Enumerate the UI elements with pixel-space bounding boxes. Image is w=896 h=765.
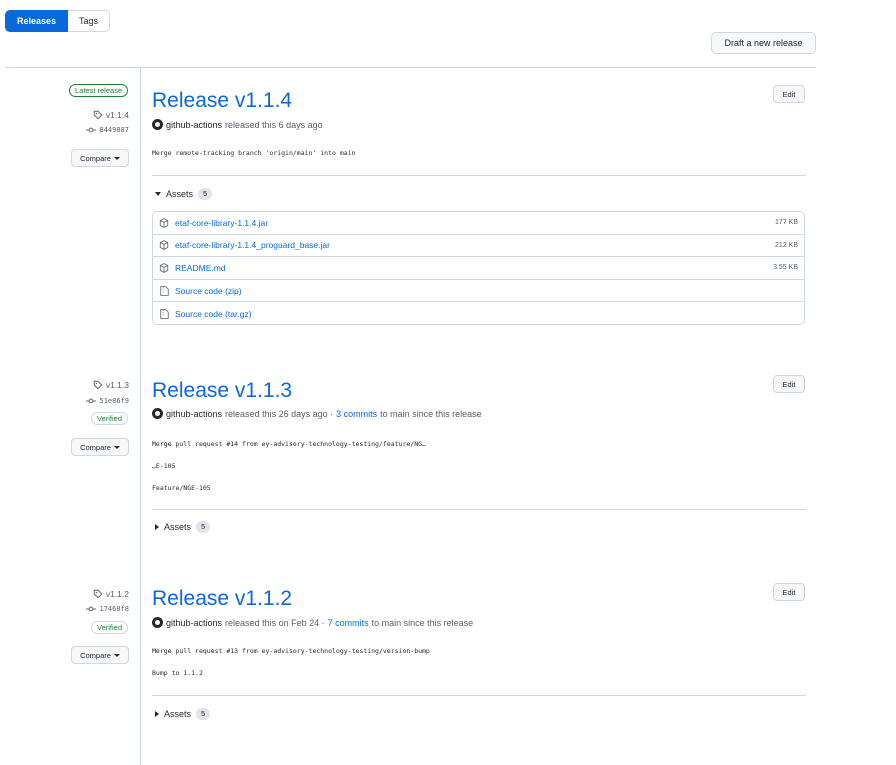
asset-name[interactable]: Source code (tar.gz)	[175, 309, 798, 319]
release-notes-line: Merge pull request #14 from ey-advisory-…	[152, 440, 426, 448]
edit-release-button[interactable]: Edit	[773, 583, 805, 601]
tag-icon	[93, 110, 103, 120]
edit-release-button[interactable]: Edit	[773, 85, 805, 103]
compare-button[interactable]: Compare	[71, 149, 129, 167]
assets-toggle[interactable]: Assets 5	[155, 188, 213, 200]
avatar[interactable]	[152, 617, 163, 628]
release-notes-line: …E-105	[152, 462, 176, 470]
asset-name[interactable]: Source code (zip)	[175, 286, 798, 296]
release-title[interactable]: Release v1.1.4	[152, 89, 292, 113]
release-commit-link[interactable]: 8449807	[86, 126, 129, 134]
assets-count: 5	[196, 708, 211, 720]
release-byline: github-actions released this 26 days ago…	[152, 408, 482, 419]
verified-badge[interactable]: Verified	[91, 621, 129, 634]
assets-count: 5	[198, 188, 213, 200]
list-item[interactable]: etaf-core-library-1.1.4.jar 177 KB	[153, 212, 804, 235]
asset-size: 212 KB	[775, 241, 798, 249]
tab-tags[interactable]: Tags	[68, 10, 111, 32]
compare-label: Compare	[80, 153, 111, 163]
chevron-down-icon	[113, 445, 120, 449]
to-main-text: to main since this release	[371, 617, 474, 628]
release-notes-line: Feature/NGE-105	[152, 484, 211, 492]
release-sha: 17468f8	[99, 605, 129, 613]
triangle-right-icon	[155, 711, 159, 717]
assets-label: Assets	[164, 709, 192, 719]
release-tag-link[interactable]: v1.1.2	[93, 589, 129, 599]
asset-name[interactable]: README.md	[175, 263, 773, 273]
file-zip-icon	[159, 285, 169, 296]
assets-list: etaf-core-library-1.1.4.jar 177 KB etaf-…	[152, 211, 805, 325]
to-main-text: to main since this release	[380, 408, 482, 419]
release-tag: v1.1.2	[105, 589, 129, 599]
file-zip-icon	[159, 308, 169, 319]
release-tabs: Releases Tags	[5, 10, 111, 32]
assets-toggle[interactable]: Assets 5	[155, 708, 211, 720]
release-divider	[152, 695, 806, 696]
asset-size: 177 KB	[775, 219, 798, 227]
edit-release-button[interactable]: Edit	[773, 375, 805, 393]
release-author[interactable]: github-actions	[166, 618, 222, 628]
release-divider	[152, 509, 806, 510]
avatar[interactable]	[152, 408, 163, 419]
release-byline: github-actions released this on Feb 24 ·…	[152, 617, 473, 628]
list-item[interactable]: Source code (tar.gz)	[153, 302, 804, 324]
asset-size: 3.55 KB	[773, 264, 798, 272]
assets-label: Assets	[164, 522, 192, 532]
release-date: released this 26 days ago ·	[225, 408, 334, 419]
release-divider	[152, 175, 806, 176]
commits-link[interactable]: 7 commits	[328, 618, 369, 628]
release-tag: v1.1.3	[105, 380, 129, 390]
commits-link[interactable]: 3 commits	[336, 409, 377, 419]
timeline-divider	[140, 67, 141, 765]
release-tag-link[interactable]: v1.1.3	[93, 380, 129, 390]
asset-name[interactable]: etaf-core-library-1.1.4_proguard_base.ja…	[175, 240, 775, 250]
list-item[interactable]: Source code (zip)	[153, 280, 804, 303]
release-title[interactable]: Release v1.1.3	[152, 379, 292, 403]
compare-label: Compare	[80, 442, 111, 452]
release-commit-link[interactable]: 51e86f9	[86, 397, 129, 405]
chevron-down-icon	[113, 653, 120, 657]
triangle-down-icon	[155, 192, 161, 196]
release-tag-link[interactable]: v1.1.4	[93, 110, 129, 120]
list-item[interactable]: etaf-core-library-1.1.4_proguard_base.ja…	[153, 235, 804, 258]
assets-count: 5	[196, 521, 211, 533]
commit-icon	[86, 606, 97, 612]
assets-toggle[interactable]: Assets 5	[155, 521, 211, 533]
release-sha: 8449807	[99, 126, 129, 134]
package-icon	[159, 240, 169, 251]
triangle-right-icon	[155, 524, 159, 530]
release-author[interactable]: github-actions	[166, 409, 222, 419]
release-byline: github-actions released this 6 days ago	[152, 119, 323, 130]
list-item[interactable]: README.md 3.55 KB	[153, 257, 804, 280]
commit-icon	[86, 127, 97, 133]
tab-releases[interactable]: Releases	[5, 10, 69, 32]
draft-new-release-button[interactable]: Draft a new release	[711, 32, 816, 54]
tag-icon	[93, 589, 103, 599]
latest-release-badge: Latest release	[69, 84, 129, 97]
package-icon	[159, 217, 169, 228]
release-notes-line: Merge pull request #13 from ey-advisory-…	[152, 647, 430, 655]
release-date: released this on Feb 24 ·	[225, 617, 325, 628]
release-tag: v1.1.4	[105, 110, 129, 120]
avatar[interactable]	[152, 119, 163, 130]
header-divider	[5, 67, 816, 68]
release-commit-link[interactable]: 17468f8	[86, 605, 129, 613]
compare-label: Compare	[80, 650, 111, 660]
compare-button[interactable]: Compare	[71, 438, 129, 456]
release-sha: 51e86f9	[99, 397, 129, 405]
release-notes-line: Bump to 1.1.2	[152, 669, 203, 677]
verified-badge[interactable]: Verified	[91, 412, 129, 425]
release-author[interactable]: github-actions	[166, 120, 222, 130]
package-icon	[159, 263, 169, 273]
asset-name[interactable]: etaf-core-library-1.1.4.jar	[175, 218, 775, 228]
chevron-down-icon	[113, 156, 120, 160]
compare-button[interactable]: Compare	[71, 646, 129, 664]
release-notes: Merge remote-tracking branch 'origin/mai…	[152, 149, 356, 157]
release-title[interactable]: Release v1.1.2	[152, 587, 292, 611]
release-date: released this 6 days ago	[225, 119, 323, 130]
tag-icon	[93, 380, 103, 390]
assets-label: Assets	[166, 189, 194, 199]
commit-icon	[86, 398, 97, 404]
